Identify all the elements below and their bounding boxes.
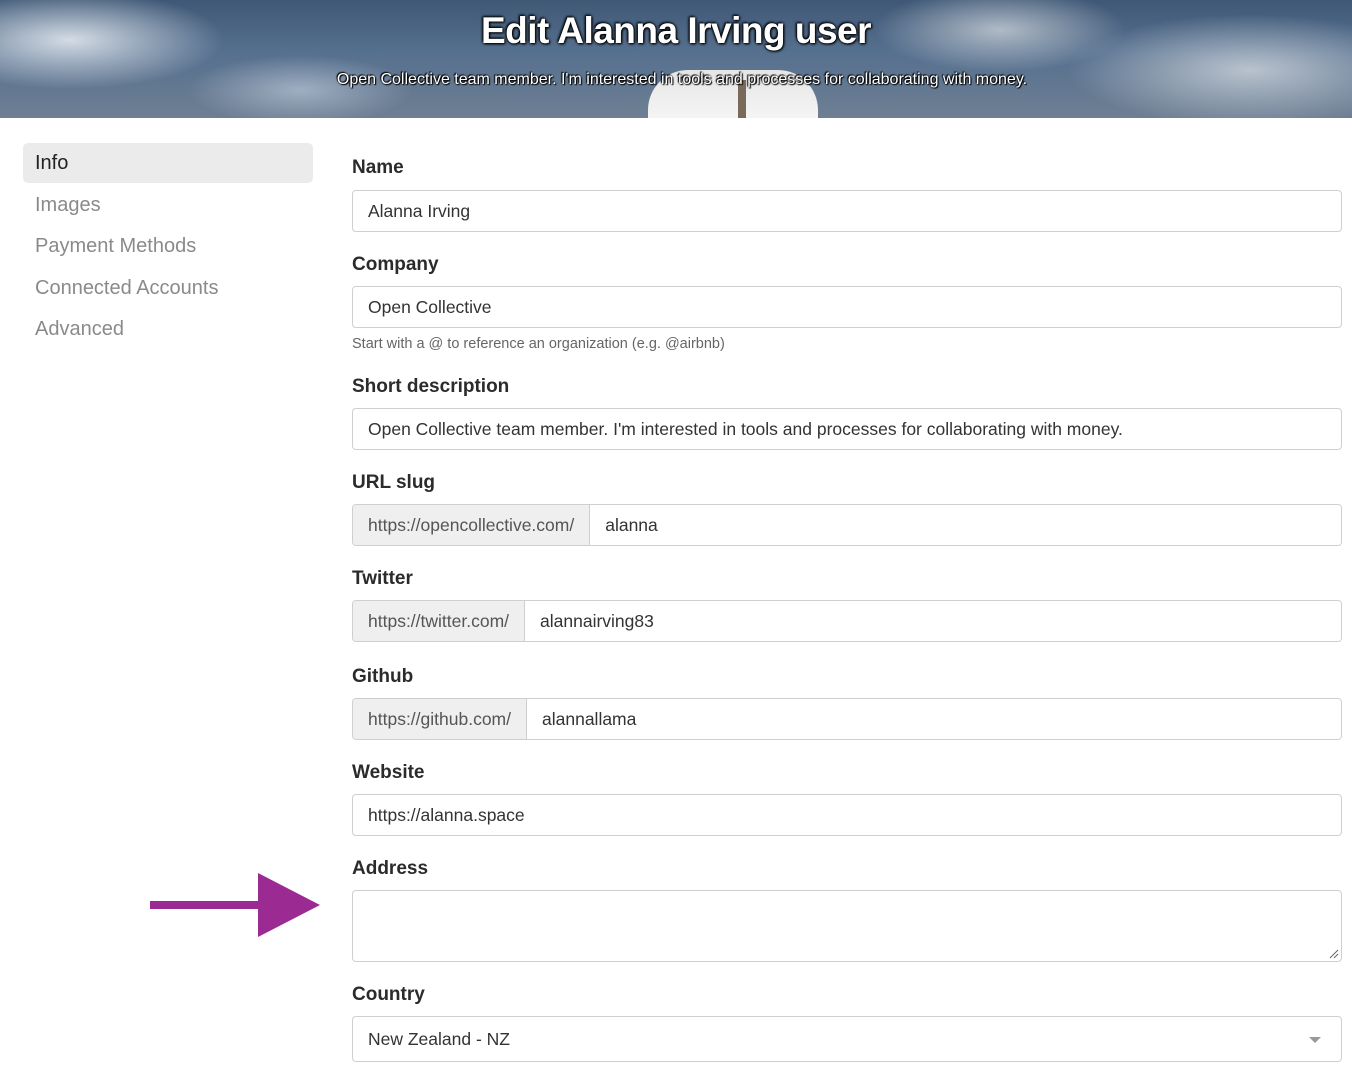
address-label: Address <box>352 858 429 879</box>
page-subtitle: Open Collective team member. I'm interes… <box>336 71 1028 88</box>
address-textarea[interactable] <box>352 890 1342 962</box>
page-title: Edit Alanna Irving user <box>480 10 872 51</box>
arrow-right-icon <box>150 873 320 937</box>
country-label: Country <box>352 984 425 1005</box>
url-slug-input[interactable] <box>590 505 1341 545</box>
github-label: Github <box>352 666 414 687</box>
country-select-value: New Zealand - NZ <box>368 1029 510 1049</box>
country-select[interactable]: New Zealand - NZ <box>352 1016 1342 1062</box>
company-input[interactable]: Open Collective <box>352 286 1342 328</box>
sidebar-item-info[interactable]: Info <box>23 143 313 183</box>
website-label: Website <box>352 762 425 783</box>
name-input[interactable]: Alanna Irving <box>352 190 1342 232</box>
website-input[interactable]: https://alanna.space <box>352 794 1342 836</box>
cover-banner: Edit Alanna Irving user Open Collective … <box>0 0 1352 118</box>
name-label: Name <box>352 157 404 178</box>
company-help-text: Start with a @ to reference an organizat… <box>352 336 725 352</box>
settings-sidebar: Info Images Payment Methods Connected Ac… <box>23 143 313 351</box>
github-input[interactable] <box>527 699 1341 739</box>
twitter-group: https://twitter.com/ <box>352 600 1342 642</box>
github-group: https://github.com/ <box>352 698 1342 740</box>
sidebar-item-payment-methods[interactable]: Payment Methods <box>23 226 313 266</box>
short-description-label: Short description <box>352 376 510 397</box>
sidebar-item-images[interactable]: Images <box>23 185 313 225</box>
company-label: Company <box>352 254 439 275</box>
twitter-label: Twitter <box>352 568 413 589</box>
sidebar-item-connected-accounts[interactable]: Connected Accounts <box>23 268 313 308</box>
short-description-input[interactable]: Open Collective team member. I'm interes… <box>352 408 1342 450</box>
twitter-input[interactable] <box>525 601 1341 641</box>
url-slug-group: https://opencollective.com/ <box>352 504 1342 546</box>
url-slug-label: URL slug <box>352 472 436 493</box>
sidebar-item-advanced[interactable]: Advanced <box>23 309 313 349</box>
github-prefix: https://github.com/ <box>353 699 527 739</box>
url-slug-prefix: https://opencollective.com/ <box>353 505 591 545</box>
resize-handle-icon[interactable] <box>1327 947 1339 959</box>
chevron-down-icon <box>1309 1037 1321 1043</box>
twitter-prefix: https://twitter.com/ <box>353 601 526 641</box>
